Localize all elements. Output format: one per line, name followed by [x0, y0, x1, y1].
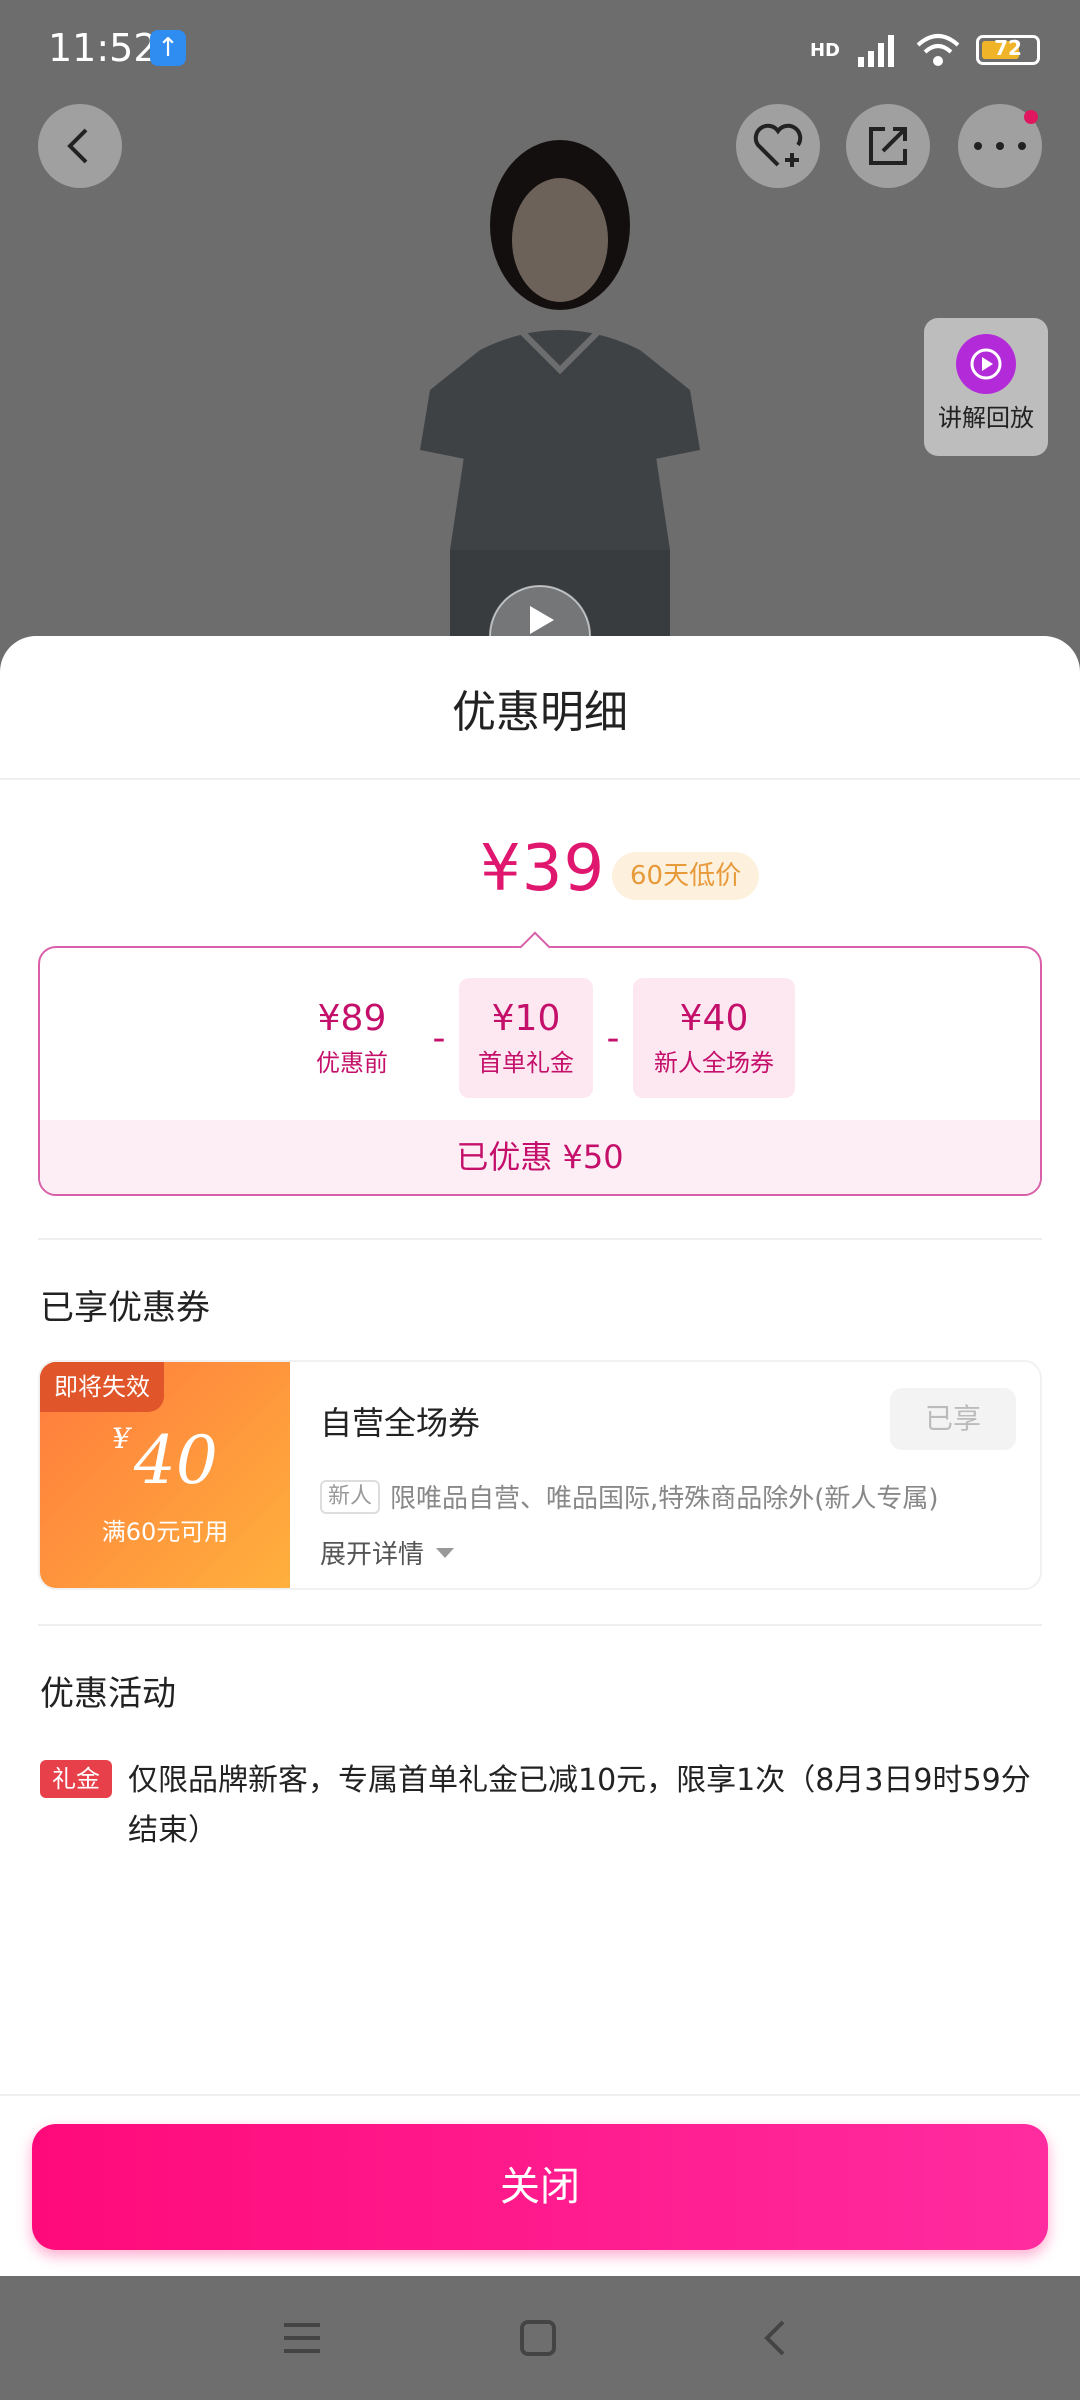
- gift-value: ¥10: [491, 998, 561, 1039]
- back-nav-button[interactable]: [746, 2312, 802, 2364]
- favorite-add-icon: [753, 123, 803, 167]
- coupons-section-title: 已享优惠券: [40, 1288, 210, 1328]
- notification-dot: [1024, 110, 1038, 124]
- sheet-title: 优惠明细: [452, 687, 628, 738]
- activity-item: 礼金 仅限品牌新客，专属首单礼金已减10元，限享1次（8月3日9时59分结束）: [40, 1756, 1040, 1856]
- coupon-label: 新人全场券: [654, 1049, 774, 1077]
- coupon-amount-value: 40: [133, 1422, 218, 1499]
- signal-icon: [858, 35, 894, 67]
- more-button[interactable]: [958, 104, 1042, 188]
- more-icon: [974, 142, 1026, 150]
- coupon-name: 自营全场券: [320, 1404, 481, 1442]
- minus-sign: -: [606, 1017, 620, 1059]
- final-price: ¥39: [480, 832, 606, 906]
- saved-amount: 已优惠 ¥50: [40, 1120, 1040, 1194]
- price-history-tag: 60天低价: [612, 852, 760, 900]
- coupon-perforation: [282, 1362, 298, 1588]
- explain-replay-button[interactable]: 讲解回放: [924, 318, 1048, 456]
- chevron-down-icon: [436, 1547, 455, 1558]
- divider: [0, 2094, 1080, 2096]
- close-button[interactable]: 关闭: [32, 2124, 1048, 2250]
- original-price-label: 优惠前: [316, 1049, 388, 1077]
- coupon-card[interactable]: 即将失效 ¥40 满60元可用 自营全场券 已享 新人 限唯品自营、唯品国际,特…: [38, 1360, 1042, 1590]
- coupon-value-panel: 即将失效 ¥40 满60元可用: [40, 1362, 290, 1588]
- original-price: ¥89 优惠前: [285, 978, 419, 1098]
- menu-icon: [284, 2323, 320, 2353]
- network-type: HD: [809, 39, 840, 61]
- original-price-value: ¥89: [317, 998, 387, 1039]
- activities-section-title: 优惠活动: [40, 1674, 176, 1714]
- coupon-description-text: 限唯品自营、唯品国际,特殊商品除外(新人专属): [390, 1484, 939, 1514]
- coupon-value: ¥40: [679, 998, 749, 1039]
- discount-detail-sheet: 优惠明细 ¥39 60天低价 ¥89 优惠前 - ¥10 首单礼金 - ¥40 …: [0, 636, 1080, 2276]
- coupon-amount: ¥40: [40, 1422, 290, 1499]
- battery-percent: 72: [994, 36, 1022, 60]
- menu-nav-button[interactable]: [274, 2312, 330, 2364]
- expire-soon-tag: 即将失效: [40, 1362, 164, 1412]
- expand-details-label: 展开详情: [320, 1540, 425, 1570]
- minus-sign: -: [432, 1017, 446, 1059]
- battery-icon: 72: [976, 35, 1040, 65]
- back-button[interactable]: [38, 104, 122, 188]
- coupon-condition: 满60元可用: [101, 1518, 229, 1546]
- share-icon: [869, 127, 907, 165]
- divider: [0, 778, 1080, 780]
- divider: [38, 1624, 1042, 1626]
- coupon-description: 新人 限唯品自营、唯品国际,特殊商品除外(新人专属): [320, 1478, 939, 1515]
- first-order-gift: ¥10 首单礼金: [459, 978, 593, 1098]
- gift-label: 首单礼金: [478, 1049, 574, 1077]
- coupon-applied-button[interactable]: 已享: [890, 1388, 1016, 1450]
- play-icon[interactable]: [488, 576, 592, 636]
- gift-tag: 礼金: [40, 1760, 112, 1798]
- activity-text: 仅限品牌新客，专属首单礼金已减10元，限享1次（8月3日9时59分结束）: [128, 1763, 1031, 1848]
- replay-play-icon: [956, 334, 1016, 394]
- expand-details-button[interactable]: 展开详情: [320, 1534, 456, 1571]
- back-icon: [67, 128, 88, 164]
- status-icons: HD 72: [810, 28, 1040, 72]
- replay-label: 讲解回放: [938, 404, 1034, 432]
- home-nav-button[interactable]: [510, 2312, 566, 2364]
- status-bar: 11:52 ↑ HD 72: [0, 0, 1080, 100]
- new-user-coupon: ¥40 新人全场券: [633, 978, 795, 1098]
- back-arrow-icon: [764, 2320, 785, 2356]
- home-square-icon: [520, 2320, 556, 2356]
- system-nav-bar: [0, 2276, 1080, 2400]
- upload-notification-icon: ↑: [150, 30, 186, 66]
- status-time: 11:52: [48, 26, 158, 70]
- breakdown-row: ¥89 优惠前 - ¥10 首单礼金 - ¥40 新人全场券: [40, 978, 1040, 1098]
- divider: [38, 1238, 1042, 1240]
- share-button[interactable]: [846, 104, 930, 188]
- wifi-icon: [916, 34, 960, 66]
- price-breakdown: ¥89 优惠前 - ¥10 首单礼金 - ¥40 新人全场券 已优惠 ¥50: [38, 946, 1042, 1196]
- coupon-currency: ¥: [112, 1422, 130, 1455]
- new-user-tag: 新人: [320, 1479, 381, 1514]
- favorite-button[interactable]: [736, 104, 820, 188]
